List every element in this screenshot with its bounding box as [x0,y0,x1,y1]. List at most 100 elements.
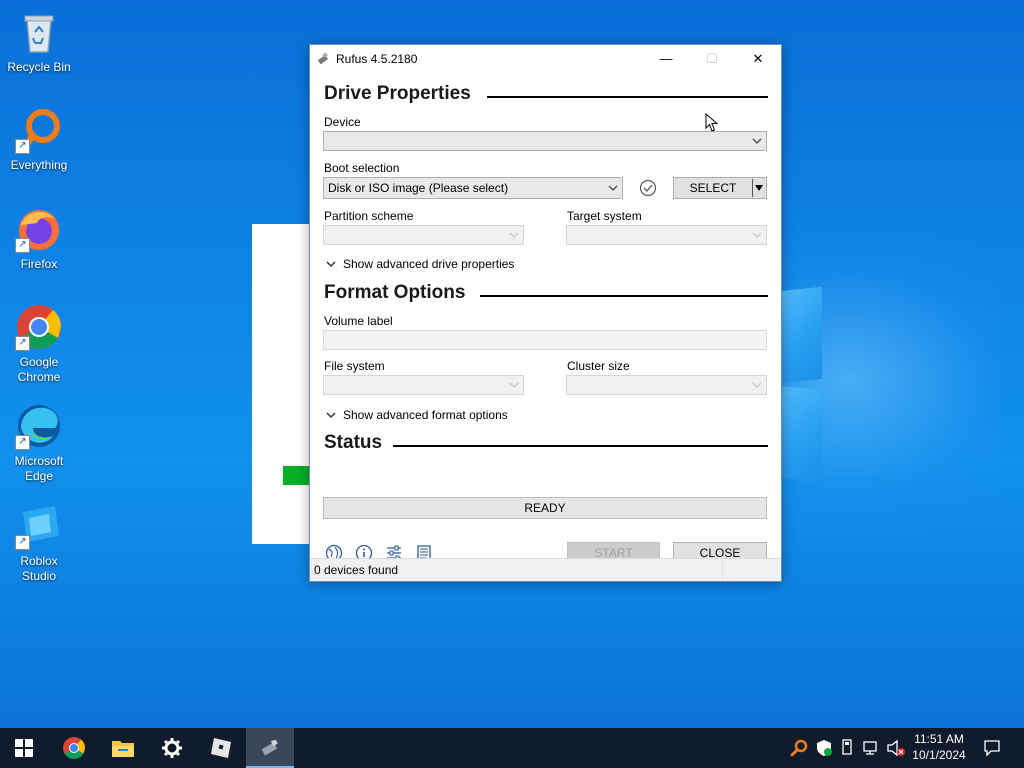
chevron-down-icon [752,382,762,388]
select-button-label: SELECT [689,181,737,195]
desktop-icon-microsoft-edge[interactable]: ↗ Microsoft Edge [2,402,76,484]
usb-eject-icon[interactable] [840,739,854,757]
chevron-down-icon [752,232,762,238]
desktop-icon-firefox[interactable]: ↗ Firefox [2,205,76,272]
everything-tray-icon[interactable] [790,739,808,757]
security-shield-icon[interactable] [815,739,833,757]
show-advanced-format-options-toggle[interactable]: Show advanced format options [325,408,508,422]
usb-drive-icon [261,740,278,756]
devices-found-text: 0 devices found [314,563,399,577]
dropdown-arrow-icon[interactable] [753,183,765,193]
taskbar-file-explorer[interactable] [99,728,147,768]
desktop-icon-label: Google Chrome [17,355,61,384]
edge-icon: ↗ [15,402,63,450]
chrome-icon: ↗ [15,303,63,351]
chevron-down-icon [509,382,519,388]
taskbar-roblox[interactable] [197,728,245,768]
volume-label-input[interactable] [323,330,767,350]
desktop-icon-label: Microsoft Edge [14,454,64,483]
title-bar[interactable]: Rufus 4.5.2180 — ☐ ✕ [310,45,781,72]
background-window [252,224,312,544]
boot-selection-label: Boot selection [324,161,400,175]
maximize-button[interactable]: ☐ [689,45,735,72]
shortcut-arrow-icon: ↗ [15,139,30,154]
drive-properties-heading: Drive Properties [324,83,471,104]
cluster-size-label: Cluster size [567,359,630,373]
volume-muted-icon[interactable] [886,739,906,757]
taskbar-settings[interactable] [148,728,196,768]
system-clock[interactable]: 11:51 AM 10/1/2024 [904,731,974,763]
shortcut-arrow-icon: ↗ [15,435,30,450]
minimize-icon: — [659,51,673,66]
notification-center-icon[interactable] [983,739,1001,757]
shortcut-arrow-icon: ↗ [15,336,30,351]
device-label: Device [324,115,361,129]
heading-rule [480,295,768,297]
shortcut-arrow-icon: ↗ [15,535,30,550]
taskbar-chrome[interactable] [50,728,98,768]
partition-scheme-label: Partition scheme [324,209,414,223]
device-dropdown[interactable] [323,131,767,151]
heading-rule [393,445,768,447]
window-title: Rufus 4.5.2180 [336,51,418,66]
status-heading: Status [324,432,383,453]
network-icon[interactable] [862,739,880,757]
gear-icon [162,738,182,758]
minimize-button[interactable]: — [643,45,689,72]
chevron-down-icon [326,412,336,419]
chevron-down-icon [326,261,336,268]
desktop-icon-everything[interactable]: ↗ Everything [2,106,76,173]
advanced-drive-label: Show advanced drive properties [343,257,515,271]
windows-start-icon [15,739,33,757]
show-advanced-drive-properties-toggle[interactable]: Show advanced drive properties [325,257,514,271]
recycle-bin-icon [15,8,63,56]
folder-icon [112,741,134,757]
mouse-cursor-icon [705,113,719,132]
footer-separator [722,561,723,579]
close-icon: ✕ [752,50,764,66]
desktop-icon-label: Recycle Bin [7,60,71,74]
background-progress-bar [283,466,311,485]
status-progress-text: READY [524,501,566,515]
chevron-down-icon [608,185,618,191]
desktop-icon-label: Roblox Studio [20,554,58,583]
taskbar: 11:51 AM 10/1/2024 [0,728,1024,768]
chevron-down-icon [752,138,762,144]
close-window-button[interactable]: ✕ [735,45,781,72]
maximize-icon: ☐ [706,50,718,66]
clock-time: 11:51 AM [914,732,964,746]
rufus-content: Drive Properties Device Boot selection D… [310,72,781,564]
partition-scheme-dropdown[interactable] [323,225,524,245]
advanced-format-label: Show advanced format options [343,408,508,422]
desktop-icon-recycle-bin[interactable]: Recycle Bin [2,8,76,75]
firefox-icon: ↗ [15,205,63,253]
shortcut-arrow-icon: ↗ [15,238,30,253]
desktop-icon-roblox-studio[interactable]: ↗ Roblox Studio [2,502,76,584]
boot-selection-value: Disk or ISO image (Please select) [328,181,509,195]
target-system-dropdown[interactable] [566,225,767,245]
roblox-icon [211,738,231,758]
chevron-down-icon [509,232,519,238]
file-system-label: File system [324,359,385,373]
volume-label-label: Volume label [324,314,393,328]
status-progress-bar: READY [323,497,767,519]
start-menu-button[interactable] [0,728,48,768]
desktop-icon-label: Everything [10,158,68,172]
file-system-dropdown[interactable] [323,375,524,395]
clock-date: 10/1/2024 [912,748,966,762]
format-options-heading: Format Options [324,282,466,303]
heading-rule [487,96,768,98]
everything-search-icon: ↗ [15,106,63,154]
boot-selection-dropdown[interactable]: Disk or ISO image (Please select) [323,177,623,199]
desktop-icon-label: Firefox [20,257,58,271]
target-system-label: Target system [567,209,642,223]
checkmark-circle-icon[interactable] [639,179,657,197]
chrome-icon [63,737,86,759]
cluster-size-dropdown[interactable] [566,375,767,395]
desktop-icon-google-chrome[interactable]: ↗ Google Chrome [2,303,76,385]
usb-drive-icon [317,51,328,64]
status-footer: 0 devices found [310,558,781,581]
select-button[interactable]: SELECT [673,177,767,199]
taskbar-rufus[interactable] [246,728,294,768]
roblox-studio-icon: ↗ [15,502,63,550]
